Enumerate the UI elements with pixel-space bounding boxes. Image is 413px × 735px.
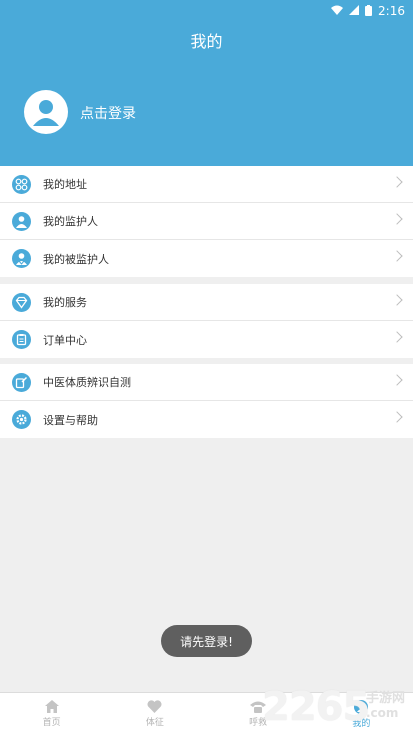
toast-message: 请先登录! bbox=[161, 625, 252, 657]
chevron-right-icon bbox=[391, 250, 403, 262]
chevron-right-icon bbox=[391, 176, 403, 188]
menu-item-address[interactable]: 我的地址 bbox=[0, 166, 413, 203]
settings-icon bbox=[12, 410, 31, 429]
avatar-user-icon bbox=[33, 100, 59, 126]
menu-item-service[interactable]: 我的服务 bbox=[0, 284, 413, 321]
menu-group-misc: 中医体质辨识自测 设置与帮助 bbox=[0, 364, 413, 438]
tab-label: 呼救 bbox=[249, 718, 268, 728]
menu-group-services: 我的服务 订单中心 bbox=[0, 284, 413, 358]
chevron-right-icon bbox=[391, 331, 403, 343]
menu-item-ward[interactable]: 我的被监护人 bbox=[0, 240, 413, 277]
phone-icon bbox=[250, 701, 267, 713]
status-time: 2:16 bbox=[378, 4, 405, 18]
ward-icon bbox=[12, 249, 31, 268]
heart-icon bbox=[147, 700, 162, 713]
tcm-test-icon bbox=[12, 373, 31, 392]
menu-item-label: 我的服务 bbox=[43, 296, 87, 309]
wifi-icon bbox=[331, 5, 344, 17]
guardian-icon bbox=[12, 212, 31, 231]
menu-item-settings[interactable]: 设置与帮助 bbox=[0, 401, 413, 438]
tab-label: 体征 bbox=[145, 718, 164, 728]
menu-item-label: 设置与帮助 bbox=[43, 413, 98, 427]
tab-label: 我的 bbox=[352, 718, 371, 729]
tab-mine[interactable]: 我的 bbox=[310, 693, 413, 735]
menu-item-tcm-test[interactable]: 中医体质辨识自测 bbox=[0, 364, 413, 401]
home-icon bbox=[44, 700, 59, 713]
chevron-right-icon bbox=[391, 374, 403, 386]
menu-item-label: 中医体质辨识自测 bbox=[43, 376, 131, 389]
chevron-right-icon bbox=[391, 294, 403, 306]
tab-label: 首页 bbox=[42, 718, 61, 728]
chevron-right-icon bbox=[391, 411, 403, 423]
bottom-tabbar: 首页 体征 呼救 我的 bbox=[0, 692, 413, 735]
status-bar: 2:16 bbox=[0, 0, 413, 22]
menu-item-label: 我的被监护人 bbox=[43, 252, 109, 266]
profile-header: 我的 点击登录 bbox=[0, 22, 413, 166]
tab-sos[interactable]: 呼救 bbox=[207, 693, 310, 735]
order-icon bbox=[12, 330, 31, 349]
tab-vitals[interactable]: 体征 bbox=[103, 693, 206, 735]
page-title: 我的 bbox=[190, 32, 223, 51]
address-icon bbox=[12, 175, 31, 194]
menu-item-label: 我的地址 bbox=[43, 178, 87, 191]
menu-item-label: 我的监护人 bbox=[43, 215, 98, 228]
chevron-right-icon bbox=[391, 213, 403, 225]
service-icon bbox=[12, 293, 31, 312]
menu-item-orders[interactable]: 订单中心 bbox=[0, 321, 413, 358]
menu-item-label: 订单中心 bbox=[43, 333, 87, 347]
menu-group-account: 我的地址 我的监护人 我的被监护人 bbox=[0, 166, 413, 277]
menu-item-guardian[interactable]: 我的监护人 bbox=[0, 203, 413, 240]
login-link[interactable]: 点击登录 bbox=[80, 103, 136, 123]
avatar[interactable] bbox=[24, 90, 68, 134]
tab-home[interactable]: 首页 bbox=[0, 693, 103, 735]
signal-icon bbox=[349, 5, 360, 17]
battery-icon bbox=[365, 4, 373, 18]
user-icon bbox=[354, 699, 369, 714]
